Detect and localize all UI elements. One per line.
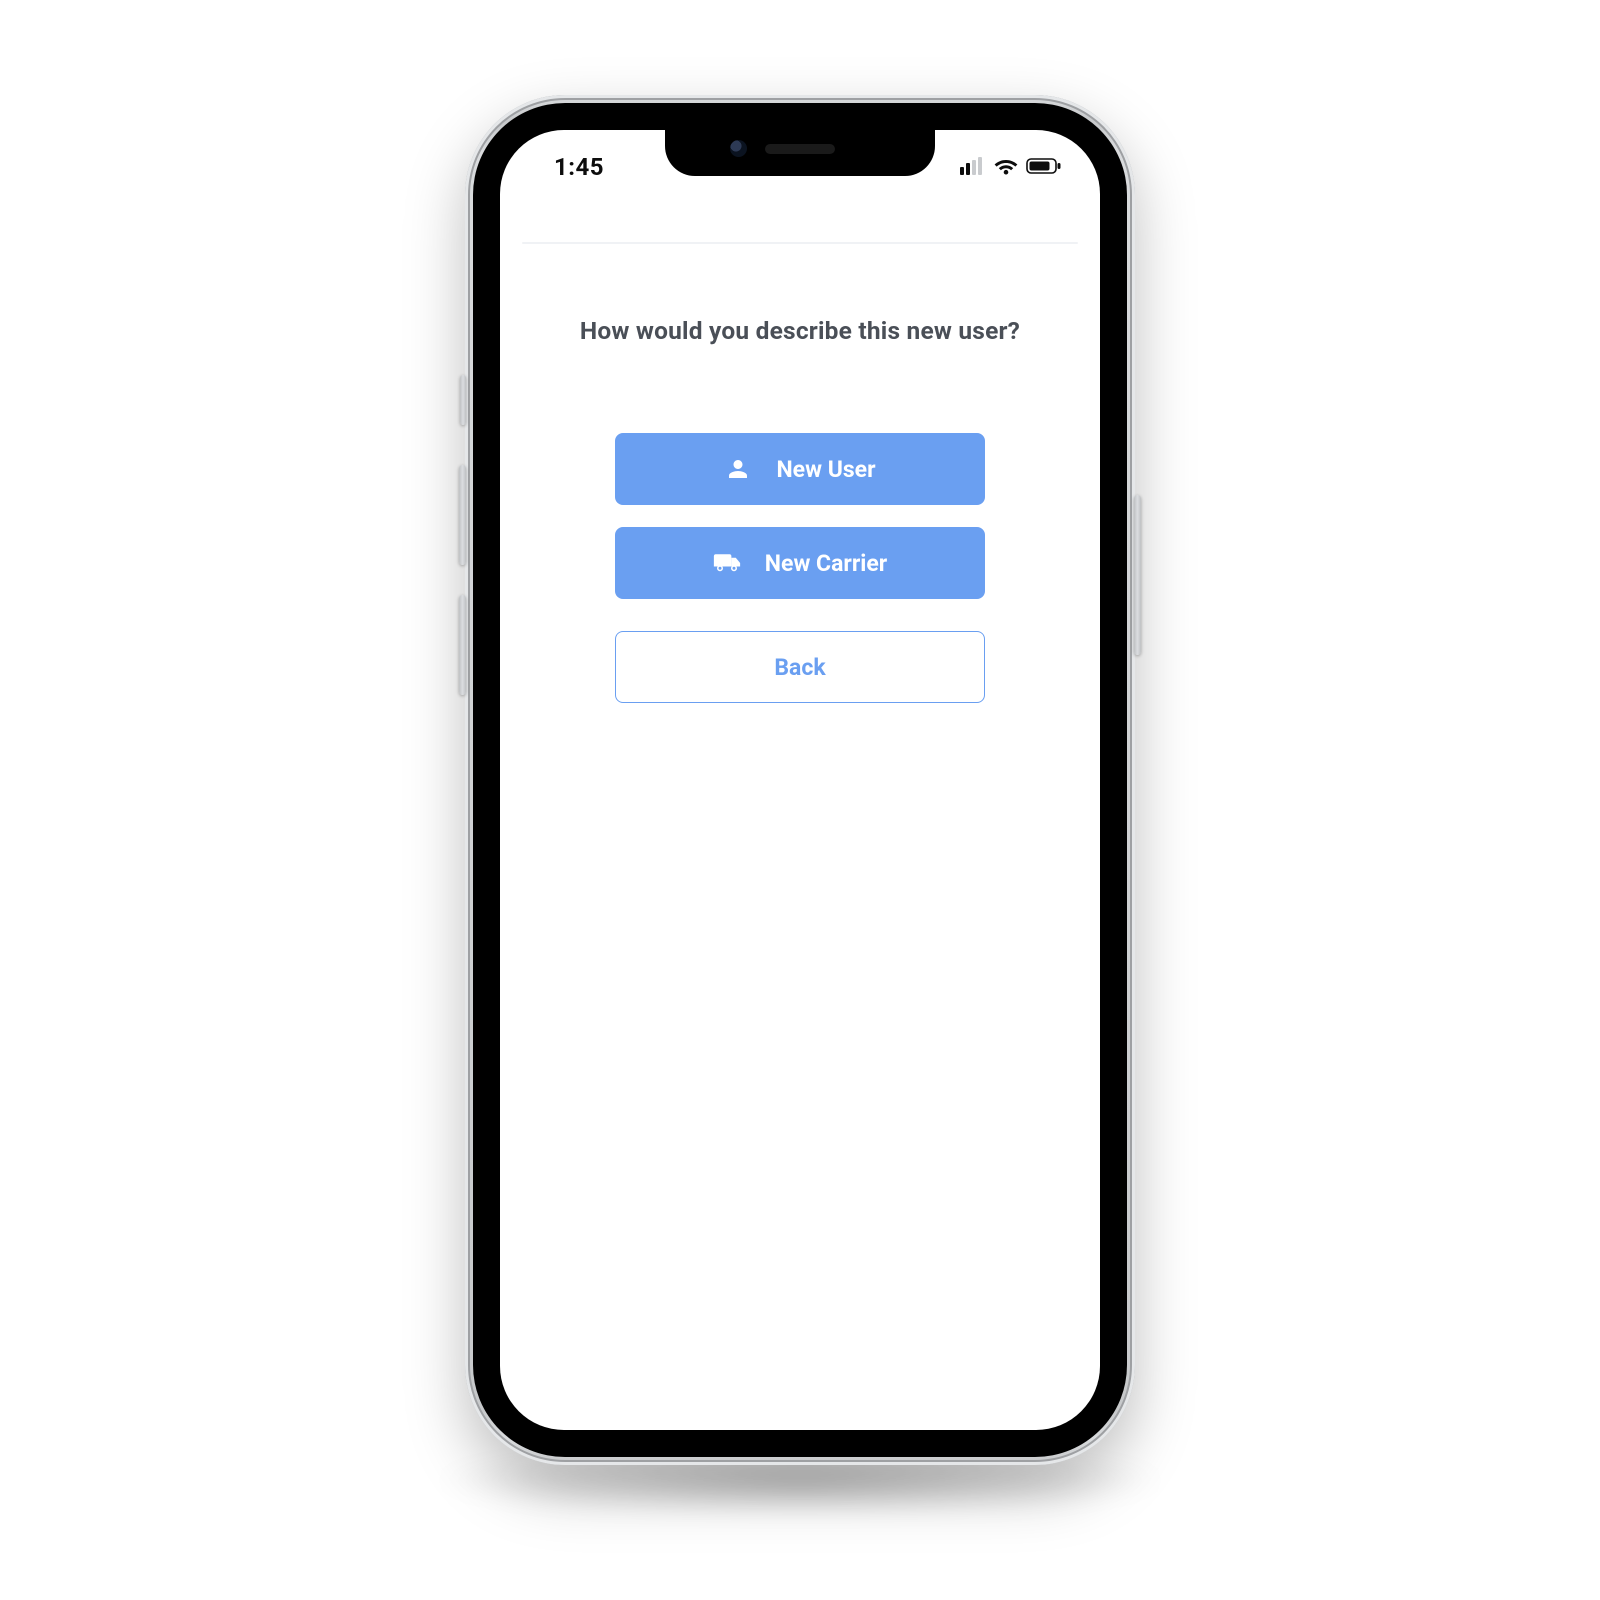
new-user-button[interactable]: New User: [615, 433, 985, 505]
status-bar: 1:45: [500, 130, 1100, 196]
mute-switch: [460, 375, 466, 425]
volume-down: [459, 595, 466, 695]
truck-icon: [713, 549, 741, 577]
back-button[interactable]: Back: [615, 631, 985, 703]
status-icons: [960, 157, 1062, 175]
phone-body: 1:45: [465, 95, 1135, 1465]
page-title: How would you describe this new user?: [522, 316, 1078, 345]
button-column: New User: [615, 433, 985, 703]
status-time: 1:45: [554, 153, 604, 181]
phone-mockup: 1:45: [465, 95, 1135, 1465]
person-icon: [724, 455, 752, 483]
power-button: [1134, 495, 1141, 655]
new-user-label: New User: [776, 456, 875, 483]
screen: 1:45: [500, 130, 1100, 1430]
app-content: How would you describe this new user? Ne…: [500, 242, 1100, 703]
new-carrier-button[interactable]: New Carrier: [615, 527, 985, 599]
divider: [522, 242, 1078, 244]
wifi-icon: [994, 157, 1018, 175]
back-label: Back: [774, 654, 825, 681]
battery-icon: [1026, 157, 1062, 175]
volume-up: [459, 465, 466, 565]
new-carrier-label: New Carrier: [765, 550, 887, 577]
cellular-signal-icon: [960, 157, 986, 175]
